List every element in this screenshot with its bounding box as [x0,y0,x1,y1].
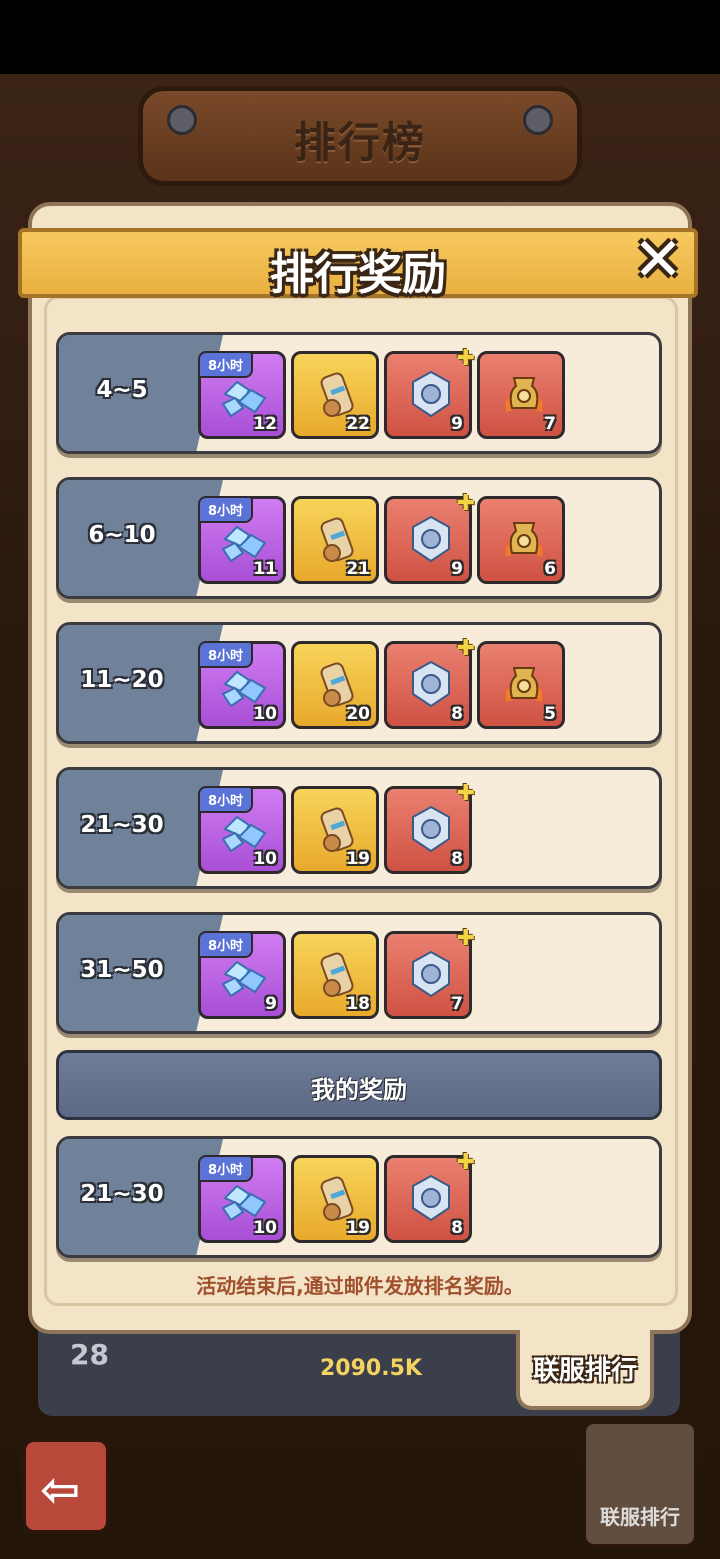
item-count: 8 [451,1218,463,1238]
duration-tag: 8小时 [198,786,254,813]
my-reward-header-label: 我的奖励 [311,1076,407,1104]
my-reward-row: 21~30 8小时 10 19 ✚ 8 [56,1136,662,1258]
item-count: 7 [544,414,556,434]
reward-tier-row: 11~20 8小时 10 20 ✚ 8 5 [56,622,662,744]
back-button[interactable]: ⇦ [22,1438,110,1534]
item-count: 10 [253,849,277,869]
silver-medal-icon [405,513,457,565]
item-count: 19 [346,849,370,869]
rank-range-label: 6~10 [88,522,156,548]
item-count: 18 [346,994,370,1014]
silver-medal-icon [405,1172,457,1224]
back-arrow-icon: ⇦ [40,1462,81,1518]
cross-server-tab[interactable]: 联服排行 [516,1330,654,1410]
scroll-icon [312,368,364,420]
reward-item-scroll[interactable]: 18 [291,931,379,1019]
cross-server-tab-label: 联服排行 [532,1356,637,1386]
reward-tier-row: 21~30 8小时 10 19 ✚ 8 [56,767,662,889]
item-count: 8 [451,849,463,869]
reward-item-flame-urn[interactable]: 5 [477,641,565,729]
flame-urn-icon [498,658,550,710]
item-count: 19 [346,1218,370,1238]
reward-item-silver-medal[interactable]: ✚ 9 [384,346,475,439]
reward-item-flame-urn[interactable]: 7 [477,351,565,439]
item-count: 9 [451,414,463,434]
duration-tag: 8小时 [198,496,254,523]
cross-server-ranking-label: 联服排行 [600,1505,680,1529]
my-reward-header: 我的奖励 [56,1050,662,1120]
reward-item-blue-crystals[interactable]: 8小时 10 [198,786,286,874]
plus-icon: ✚ [456,1150,475,1175]
reward-item-scroll[interactable]: 19 [291,1155,379,1243]
rank-range-label: 11~20 [80,667,164,693]
item-count: 12 [253,414,277,434]
plus-icon: ✚ [456,926,475,951]
reward-panel-banner: 排行奖励 [18,228,698,300]
duration-tag: 8小时 [198,351,254,378]
rank-range-label: 21~30 [80,1181,164,1207]
close-button[interactable]: ✕ [626,228,690,292]
item-count: 22 [346,414,370,434]
rank-range-label: 21~30 [80,812,164,838]
item-count: 20 [346,704,370,724]
reward-item-blue-crystals[interactable]: 8小时 10 [198,1155,286,1243]
reward-item-blue-crystals[interactable]: 8小时 12 [198,351,286,439]
item-count: 8 [451,704,463,724]
reward-item-scroll[interactable]: 21 [291,496,379,584]
flame-urn-icon [498,368,550,420]
item-count: 6 [544,559,556,579]
duration-tag: 8小时 [198,641,254,668]
reward-tier-row: 4~5 8小时 12 22 ✚ 9 7 [56,332,662,454]
cross-server-ranking-button[interactable]: 联服排行 [582,1420,698,1548]
my-rank-number: 28 [70,1338,109,1371]
leaderboard-header: 排行榜 [138,86,582,186]
plus-icon: ✚ [456,346,475,371]
reward-tier-row: 6~10 8小时 11 21 ✚ 9 6 [56,477,662,599]
reward-item-scroll[interactable]: 20 [291,641,379,729]
rank-range-label: 4~5 [96,377,148,403]
plus-icon: ✚ [456,491,475,516]
scroll-icon [312,513,364,565]
reward-item-scroll[interactable]: 19 [291,786,379,874]
silver-medal-icon [405,803,457,855]
scroll-icon [312,1172,364,1224]
item-count: 9 [265,994,277,1014]
my-power-value: 2090.5K [320,1356,422,1381]
scroll-icon [312,948,364,1000]
reward-notice: 活动结束后,通过邮件发放排名奖励。 [196,1274,524,1298]
item-count: 5 [544,704,556,724]
reward-item-silver-medal[interactable]: ✚ 7 [384,926,475,1019]
item-count: 9 [451,559,463,579]
reward-item-blue-crystals[interactable]: 8小时 9 [198,931,286,1019]
item-count: 11 [253,559,277,579]
scroll-icon [312,803,364,855]
reward-item-silver-medal[interactable]: ✚ 9 [384,491,475,584]
reward-tier-row: 31~50 8小时 9 18 ✚ 7 [56,912,662,1034]
reward-item-blue-crystals[interactable]: 8小时 10 [198,641,286,729]
item-count: 7 [451,994,463,1014]
flame-urn-icon [498,513,550,565]
plus-icon: ✚ [456,781,475,806]
reward-item-silver-medal[interactable]: ✚ 8 [384,1150,475,1243]
reward-item-flame-urn[interactable]: 6 [477,496,565,584]
rank-range-label: 31~50 [80,957,164,983]
reward-item-scroll[interactable]: 22 [291,351,379,439]
scroll-icon [312,658,364,710]
silver-medal-icon [405,948,457,1000]
duration-tag: 8小时 [198,1155,254,1182]
reward-item-silver-medal[interactable]: ✚ 8 [384,636,475,729]
reward-panel-title: 排行奖励 [270,249,446,300]
silver-medal-icon [405,368,457,420]
page-title: 排行榜 [293,118,426,167]
duration-tag: 8小时 [198,931,254,958]
item-count: 10 [253,704,277,724]
status-bar [0,0,720,74]
item-count: 10 [253,1218,277,1238]
silver-medal-icon [405,658,457,710]
item-count: 21 [346,559,370,579]
reward-item-silver-medal[interactable]: ✚ 8 [384,781,475,874]
reward-item-blue-crystals[interactable]: 8小时 11 [198,496,286,584]
plus-icon: ✚ [456,636,475,661]
